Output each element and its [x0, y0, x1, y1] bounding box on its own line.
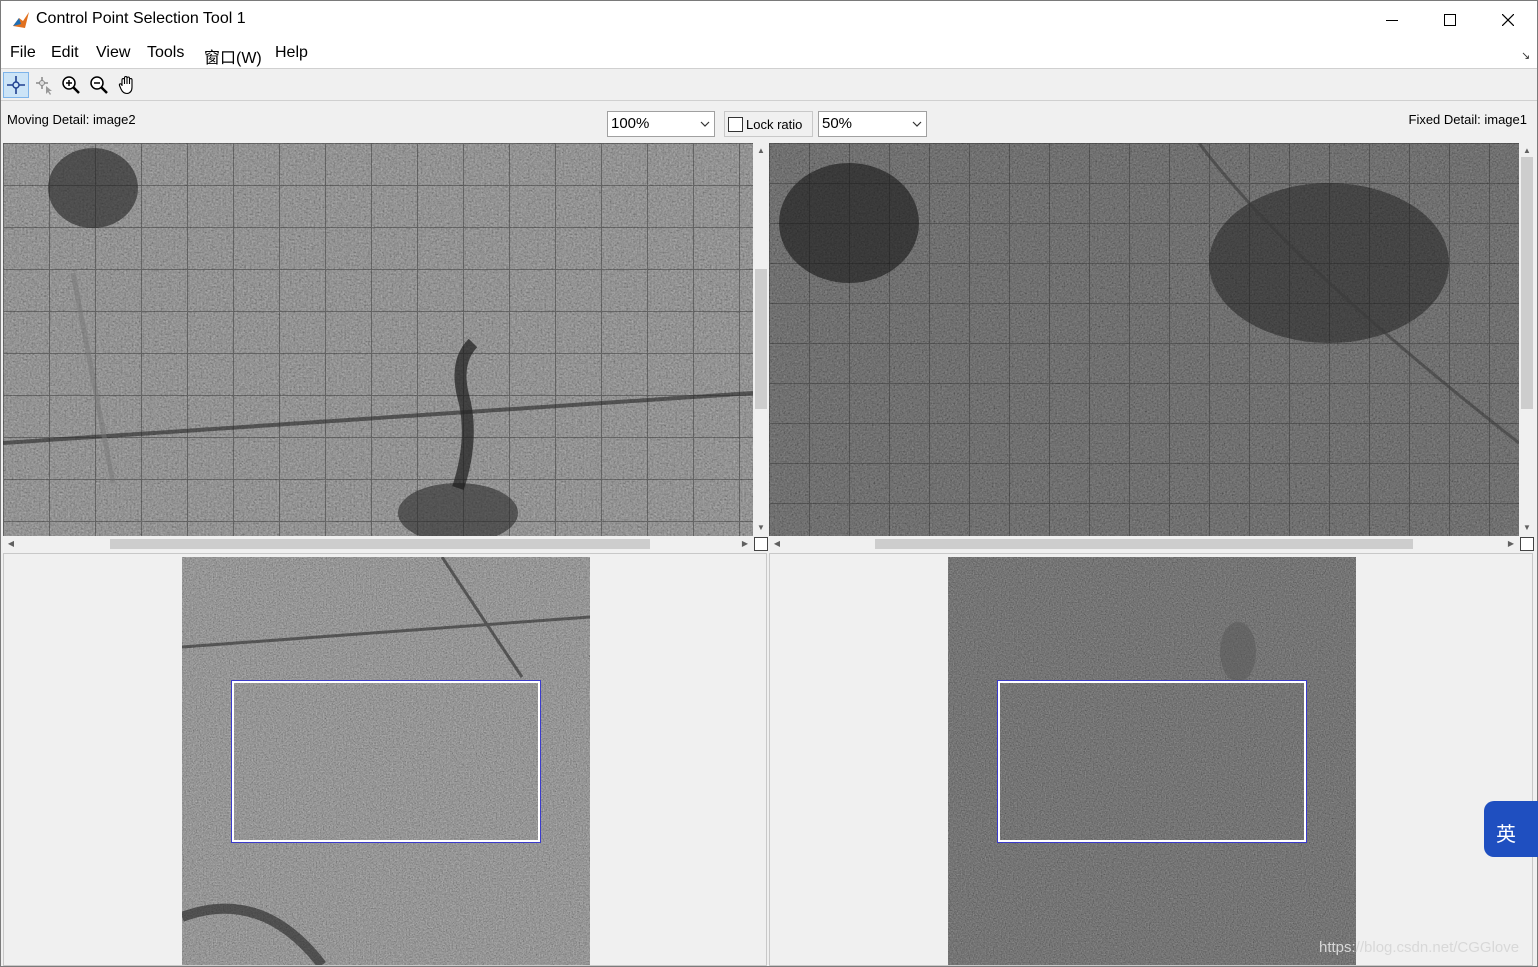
moving-overview-image[interactable]: [182, 557, 590, 965]
lock-ratio-label: Lock ratio: [746, 117, 803, 132]
scroll-down-icon[interactable]: ▼: [753, 520, 769, 536]
select-point-icon: [36, 77, 52, 95]
lock-ratio-checkbox[interactable]: [728, 117, 743, 132]
pan-tool-button[interactable]: [114, 72, 140, 98]
scroll-down-icon[interactable]: ▼: [1519, 520, 1535, 536]
maximize-icon: [1444, 14, 1456, 26]
menu-view[interactable]: View: [94, 43, 132, 63]
menu-help[interactable]: Help: [273, 43, 310, 63]
zoom-in-icon: [62, 76, 80, 94]
pan-hand-icon: [118, 75, 133, 95]
menu-tools[interactable]: Tools: [145, 43, 186, 63]
moving-zoom-select[interactable]: 100%: [607, 111, 715, 137]
add-point-tool-button[interactable]: [3, 72, 29, 98]
fixed-detail-rectangle[interactable]: [997, 680, 1307, 843]
fixed-zoom-select[interactable]: 50%: [818, 111, 927, 137]
menu-file[interactable]: File: [8, 43, 38, 63]
moving-detail-image[interactable]: [3, 143, 753, 536]
moving-horizontal-scrollbar[interactable]: ◀ ▶: [3, 536, 753, 552]
fixed-horizontal-scroll-thumb[interactable]: [875, 539, 1413, 549]
scroll-up-icon[interactable]: ▲: [753, 143, 769, 159]
menu-window[interactable]: 窗口(W): [202, 43, 264, 69]
zoom-out-icon: [90, 76, 108, 94]
lock-ratio-toggle[interactable]: Lock ratio: [724, 111, 813, 137]
moving-satellite-image: [3, 143, 753, 536]
close-button[interactable]: [1479, 1, 1537, 39]
fixed-overview-image[interactable]: [948, 557, 1356, 965]
moving-zoom-value: 100%: [611, 115, 650, 132]
fixed-satellite-image: [769, 143, 1519, 536]
fixed-overview-panel: [769, 553, 1533, 966]
title-bar: Control Point Selection Tool 1: [1, 1, 1537, 39]
moving-horizontal-scroll-thumb[interactable]: [110, 539, 650, 549]
moving-vertical-scroll-thumb[interactable]: [755, 269, 767, 409]
menu-edit[interactable]: Edit: [49, 43, 81, 63]
menu-bar: File Edit View Tools 窗口(W) Help ↘: [1, 39, 1537, 68]
window-title: Control Point Selection Tool 1: [36, 10, 246, 27]
fixed-scroll-corner: [1520, 537, 1534, 551]
close-icon: [1502, 14, 1514, 26]
select-point-tool-button[interactable]: [31, 72, 57, 98]
toolbar: [1, 68, 1537, 101]
maximize-button[interactable]: [1421, 1, 1479, 39]
minimize-icon: [1386, 20, 1398, 21]
matlab-app-icon: [13, 12, 29, 28]
fixed-detail-label: Fixed Detail: image1: [1408, 112, 1528, 127]
moving-scroll-corner: [754, 537, 768, 551]
scroll-left-icon[interactable]: ◀: [769, 536, 785, 552]
fixed-zoom-value: 50%: [822, 115, 853, 132]
moving-overview-panel: [3, 553, 767, 966]
fixed-vertical-scrollbar[interactable]: ▲ ▼: [1519, 143, 1535, 536]
chevron-down-icon: [912, 121, 922, 127]
dock-arrow-icon[interactable]: ↘: [1521, 49, 1530, 62]
zoom-out-tool-button[interactable]: [86, 72, 112, 98]
watermark-text: https://blog.csdn.net/CGGlove: [1319, 939, 1520, 956]
scroll-left-icon[interactable]: ◀: [3, 536, 19, 552]
minimize-button[interactable]: [1363, 1, 1421, 39]
fixed-vertical-scroll-thumb[interactable]: [1521, 157, 1533, 409]
scroll-right-icon[interactable]: ▶: [737, 536, 753, 552]
ime-language-label: 英: [1496, 822, 1516, 846]
scroll-right-icon[interactable]: ▶: [1503, 536, 1519, 552]
zoom-in-tool-button[interactable]: [58, 72, 84, 98]
moving-detail-label: Moving Detail: image2: [7, 112, 136, 127]
detail-header-row: Moving Detail: image2 100% Lock ratio 50…: [1, 101, 1537, 143]
moving-vertical-scrollbar[interactable]: ▲ ▼: [753, 143, 769, 536]
ime-language-badge[interactable]: 英: [1484, 801, 1538, 857]
moving-detail-rectangle[interactable]: [231, 680, 541, 843]
chevron-down-icon: [700, 121, 710, 127]
control-point-selection-window: Control Point Selection Tool 1 File Edit…: [0, 0, 1538, 967]
fixed-detail-image[interactable]: [769, 143, 1519, 536]
add-point-icon: [7, 76, 25, 94]
fixed-horizontal-scrollbar[interactable]: ◀ ▶: [769, 536, 1519, 552]
